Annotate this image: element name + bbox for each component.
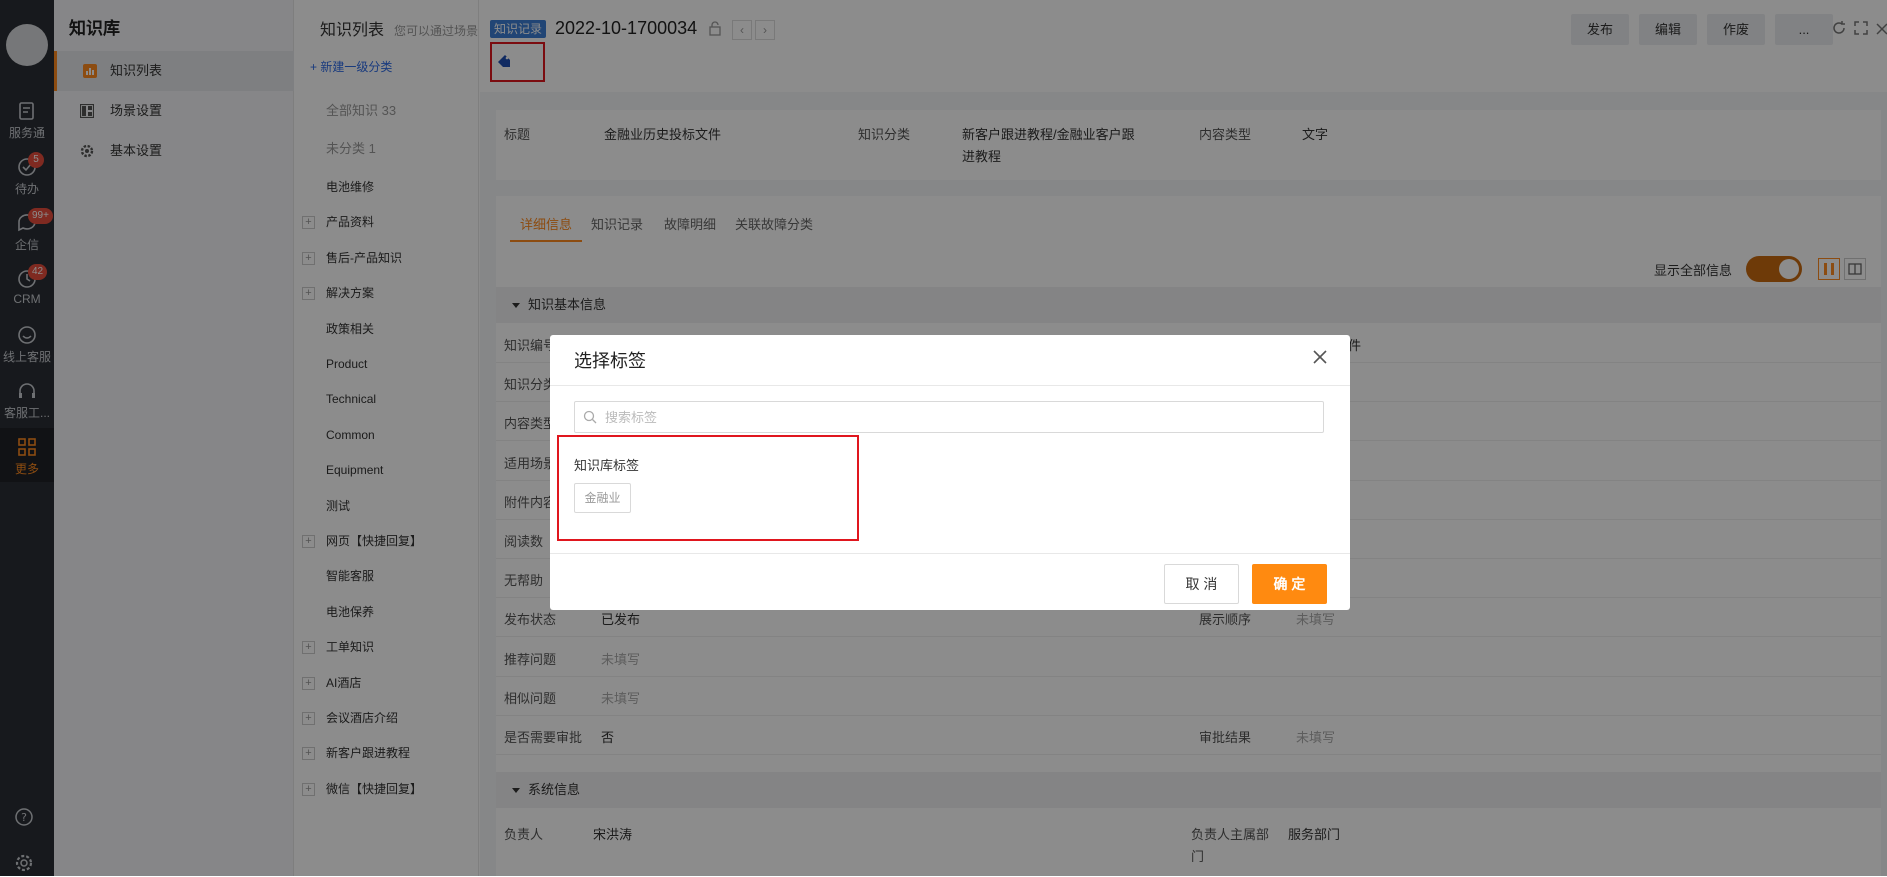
dialog-title: 选择标签 [574,351,646,371]
divider [550,385,1350,386]
close-icon[interactable] [1308,345,1332,369]
search-icon [583,410,597,424]
tag-search-input[interactable] [603,406,1303,428]
confirm-button[interactable]: 确 定 [1252,564,1327,604]
cancel-button[interactable]: 取 消 [1164,564,1239,604]
divider [550,553,1350,554]
select-tag-dialog: 选择标签 知识库标签 金融业 取 消 确 定 [550,335,1350,610]
tag-search-box[interactable] [574,401,1324,433]
highlight-box [557,435,859,541]
